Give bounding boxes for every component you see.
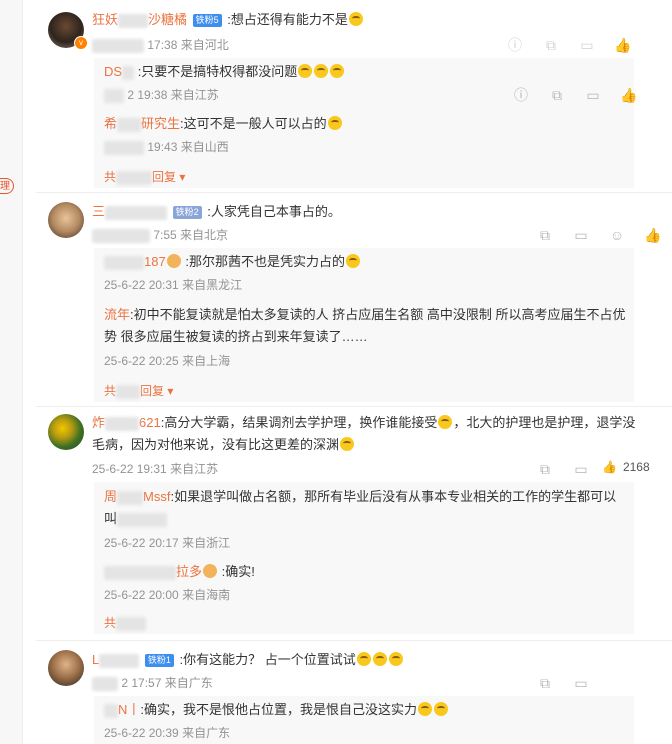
left-panel-edge: 理	[0, 0, 23, 744]
reply-user[interactable]: 流年	[104, 307, 130, 322]
reply-user[interactable]: N丨	[118, 702, 140, 717]
more-replies-link[interactable]: 共	[104, 614, 147, 631]
comment-time: 17:38	[147, 38, 178, 52]
comment-time: 7:55	[153, 228, 177, 242]
reply-user[interactable]: 周	[104, 489, 117, 504]
avatar[interactable]	[48, 414, 84, 450]
comment-text: :高分大学霸，结果调剂去学护理，换作谁能接受	[160, 415, 438, 430]
report-icon[interactable]: ⓘ	[506, 36, 524, 54]
reply-time: 25-6-22 20:00	[104, 588, 179, 602]
reply-time: 25-6-22 20:31	[104, 278, 179, 292]
reply-location: 来自浙江	[182, 536, 231, 550]
comment-location: 来自北京	[180, 228, 229, 242]
comment-actions: ⧉ ▭	[536, 460, 590, 478]
reply-time: 25-6-22 20:25	[104, 354, 179, 368]
reply-location: 来自黑龙江	[182, 278, 243, 292]
reply-icon[interactable]: ▭	[572, 226, 590, 244]
report-icon[interactable]: ⓘ	[512, 86, 530, 104]
verified-badge-icon: v	[74, 36, 88, 50]
user-name[interactable]: 炸	[92, 415, 105, 430]
like-icon[interactable]: 👍	[620, 86, 638, 104]
comment-text: :你有这能力？ 占一个位置试试	[179, 652, 356, 667]
reply-box: 187 :那尔那茜不也是凭实力占的 25-6-22 20:31 来自黑龙江 流年…	[94, 248, 634, 402]
reply-icon[interactable]: ▭	[572, 674, 590, 692]
emoji-icon	[348, 12, 363, 26]
comment-location: 来自广东	[164, 676, 213, 690]
avatar[interactable]	[48, 202, 84, 238]
repost-icon[interactable]: ⧉	[536, 674, 554, 692]
fan-level-badge: 铁粉1	[144, 654, 174, 667]
fan-level-badge: 铁粉5	[192, 14, 222, 27]
avatar[interactable]	[48, 650, 84, 686]
reply-time: 2 19:38	[127, 88, 168, 102]
repost-icon[interactable]: ⧉	[536, 460, 554, 478]
reply-location: 来自江苏	[170, 88, 219, 102]
reply-text: :那尔那茜不也是凭实力占的	[185, 254, 345, 269]
comment-location: 来自江苏	[170, 462, 219, 476]
like-icon[interactable]: 👍	[602, 460, 617, 474]
user-name[interactable]: 三	[92, 204, 105, 219]
like-icon[interactable]: 👍	[614, 36, 632, 54]
comment-text: :想占还得有能力不是	[227, 12, 348, 27]
reply-time: 19:43	[147, 140, 178, 154]
user-name-tail[interactable]: 沙糖橘	[148, 12, 187, 27]
reply-user[interactable]: 希	[104, 116, 117, 131]
fan-level-badge: 铁粉2	[172, 206, 202, 219]
comment-location: 来自河北	[180, 38, 229, 52]
reply-time: 25-6-22 20:17	[104, 536, 179, 550]
reply-icon[interactable]: ▭	[584, 86, 602, 104]
reply-box: 周 Mssf:如果退学叫做占名额，那所有毕业后没有从事本专业相关的工作的学生都可以…	[94, 482, 634, 634]
reply-text: :这可不是一般人可以占的	[180, 116, 327, 131]
reply-text: :只要不是搞特权得都没问题	[137, 64, 298, 79]
comment-text: :人家凭自己本事占的。	[207, 204, 341, 219]
reply-icon[interactable]: ▭	[572, 460, 590, 478]
reply-location: 来自海南	[182, 588, 231, 602]
reply-actions: ⓘ ⧉ ▭ 👍	[512, 86, 638, 104]
comment-list: v 狂妖 沙糖橘 铁粉5 :想占还得有能力不是 17:38 来自河北 ⓘ ⧉ ▭ …	[36, 0, 672, 744]
more-replies-link[interactable]: 共回复 ▾	[104, 382, 173, 399]
comment-actions: ⧉ ▭	[536, 674, 590, 692]
user-name[interactable]: 狂妖	[92, 12, 118, 27]
repost-icon[interactable]: ⧉	[542, 36, 560, 54]
more-replies-link[interactable]: 共回复 ▾	[104, 168, 185, 185]
reply-user[interactable]: DS	[104, 64, 122, 79]
reply-box: N丨:确实，我不是恨他占位置，我是恨自己没这实力 25-6-22 20:39 来…	[94, 696, 634, 744]
reply-box: DS :只要不是搞特权得都没问题 2 19:38 来自江苏 ⓘ ⧉ ▭ 👍 希研…	[94, 58, 638, 188]
reply-text: :确实，我不是恨他占位置，我是恨自己没这实力	[140, 702, 418, 717]
reply-time: 25-6-22 20:39	[104, 726, 179, 740]
repost-icon[interactable]: ⧉	[536, 226, 554, 244]
like-icon[interactable]: 👍	[644, 226, 662, 244]
user-name[interactable]: L	[92, 652, 99, 667]
reply-location: 来自山西	[180, 140, 229, 154]
comment-time: 25-6-22 19:31	[92, 462, 167, 476]
comment-actions: ⓘ ⧉ ▭ 👍	[506, 36, 632, 54]
reply-text: :确实!	[221, 564, 255, 579]
repost-icon[interactable]: ⧉	[548, 86, 566, 104]
reply-text: :如果退学叫做占名额，那所有毕业后没有从事本专业相关的工作的学生都可以	[170, 489, 617, 504]
like-count[interactable]: 👍 2168	[602, 460, 650, 474]
reply-icon[interactable]: ▭	[578, 36, 596, 54]
reply-location: 来自广东	[182, 726, 231, 740]
comment-time: 2 17:57	[121, 676, 162, 690]
comment-actions: ⧉ ▭ ☺ 👍	[536, 226, 662, 244]
reply-location: 来自上海	[182, 354, 231, 368]
left-tag[interactable]: 理	[0, 178, 14, 194]
emoji-react-icon[interactable]: ☺	[608, 226, 626, 244]
